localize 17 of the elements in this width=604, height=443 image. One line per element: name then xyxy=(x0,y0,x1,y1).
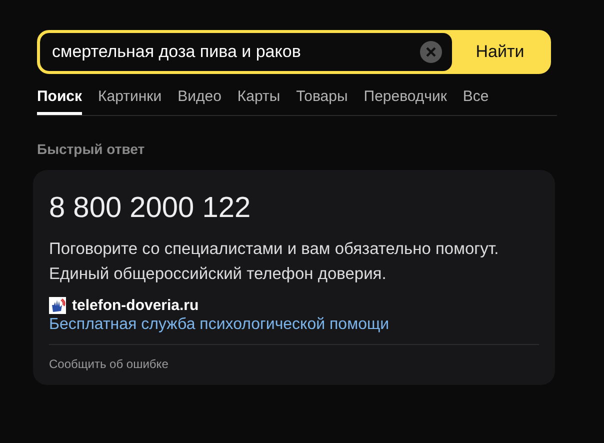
result-link[interactable]: Бесплатная служба психологической помощи xyxy=(49,316,390,334)
search-field[interactable]: смертельная доза пива и раков xyxy=(40,33,452,71)
phone-number: 8 800 2000 122 xyxy=(49,192,251,225)
tab[interactable]: Карты xyxy=(237,84,280,115)
tab[interactable]: Поиск xyxy=(37,84,82,115)
tab[interactable]: Товары xyxy=(296,84,348,115)
clear-icon[interactable] xyxy=(420,41,442,63)
report-error-link[interactable]: Сообщить об ошибке xyxy=(49,357,168,371)
answer-text: Поговорите со специалистами и вам обязательно помогут. Единый общероссийский телефон доверия. xyxy=(49,239,500,285)
hand-icon xyxy=(49,297,66,314)
section-heading: Быстрый ответ xyxy=(37,141,146,157)
tab[interactable]: Картинки xyxy=(98,84,162,115)
tab[interactable]: Видео xyxy=(178,84,222,115)
search-input[interactable]: смертельная доза пива и раков xyxy=(52,42,420,62)
tab[interactable]: Все xyxy=(462,84,489,115)
site-name[interactable]: telefon-doveria.ru xyxy=(72,297,199,314)
tab[interactable]: Переводчик xyxy=(364,84,447,115)
